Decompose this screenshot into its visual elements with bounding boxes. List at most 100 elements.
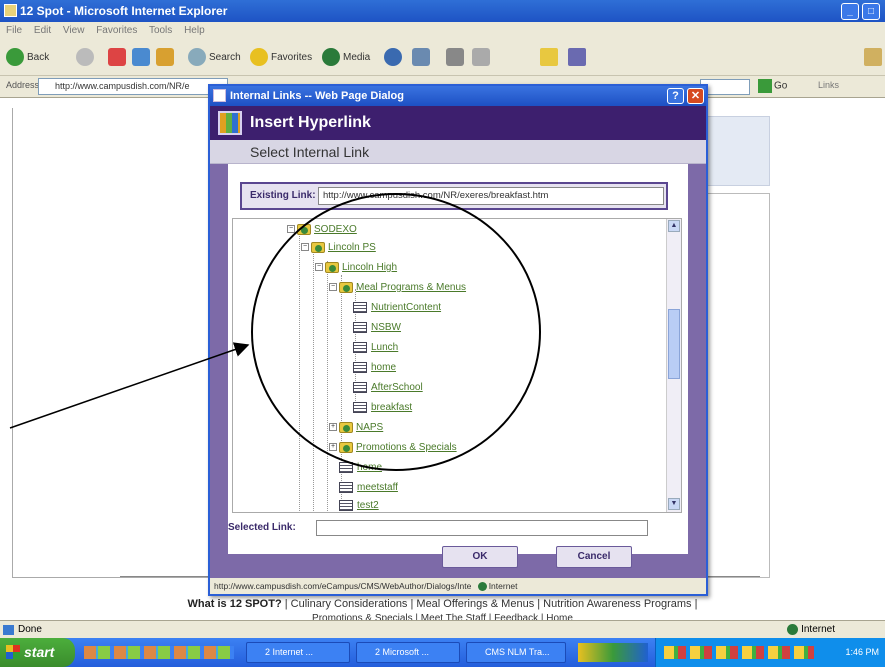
cancel-button[interactable]: Cancel	[556, 546, 632, 568]
existing-link-field[interactable]: http://www.campusdish.com/NR/exeres/brea…	[318, 187, 664, 205]
globe-icon	[477, 582, 487, 592]
go-button[interactable]: Go	[758, 79, 787, 93]
folder-icon	[339, 281, 353, 293]
tree-node-label: home	[357, 462, 383, 473]
scroll-thumb[interactable]	[668, 309, 680, 379]
stop-button[interactable]	[108, 48, 129, 68]
expand-icon[interactable]: +	[329, 443, 337, 452]
start-button[interactable]: start	[0, 638, 75, 667]
scroll-up-arrow-icon[interactable]: ▲	[668, 220, 680, 232]
tree-node-lincoln-ps[interactable]: − Lincoln PS	[301, 241, 376, 255]
maximize-button[interactable]: □	[862, 3, 880, 20]
tree-node-label: Lincoln PS	[328, 242, 376, 253]
tree-node-afterschool[interactable]: AfterSchool	[353, 381, 423, 395]
taskbar-task-microsoft[interactable]: 2 Microsoft ...	[356, 642, 460, 663]
tree-node-label: SODEXO	[314, 224, 357, 235]
footer-link-12spot[interactable]: What is 12 SPOT?	[188, 598, 282, 610]
taskbar-toolbar[interactable]	[578, 643, 648, 662]
menu-view[interactable]: View	[63, 25, 85, 36]
tree-node-nsbw[interactable]: NSBW	[353, 321, 401, 335]
collapse-icon[interactable]: −	[301, 243, 309, 252]
tree-node-meal-programs[interactable]: − Meal Programs & Menus	[329, 281, 466, 295]
dialog-title: Internal Links -- Web Page Dialog	[230, 90, 404, 102]
tree-node-naps[interactable]: + NAPS	[329, 421, 383, 435]
ok-button[interactable]: OK	[442, 546, 518, 568]
history-button[interactable]	[384, 48, 405, 68]
go-icon	[758, 79, 772, 93]
folder-icon	[325, 261, 339, 273]
page-icon	[353, 381, 367, 393]
print-button[interactable]	[446, 48, 467, 68]
tree-node-label: test2	[357, 500, 379, 511]
collapse-icon[interactable]: −	[287, 225, 295, 234]
back-button[interactable]: Back	[6, 48, 49, 68]
tree-line	[313, 247, 314, 512]
menu-edit[interactable]: Edit	[34, 25, 51, 36]
menu-favorites[interactable]: Favorites	[96, 25, 137, 36]
tree-node-label: breakfast	[371, 402, 413, 413]
tree-node-label: meetstaff	[357, 482, 398, 493]
links-button[interactable]: Links	[818, 80, 839, 90]
tree-node-breakfast[interactable]: breakfast	[353, 401, 412, 415]
footer-links[interactable]: | Culinary Considerations | Meal Offerin…	[282, 598, 698, 610]
insert-hyperlink-dialog: Internal Links -- Web Page Dialog ? ✕ In…	[208, 84, 708, 596]
tree-node-label: Lunch	[371, 342, 399, 353]
forward-icon	[76, 48, 94, 67]
page-icon	[353, 401, 367, 413]
scroll-down-arrow-icon[interactable]: ▼	[668, 498, 680, 510]
dialog-icon	[213, 89, 226, 102]
selected-link-field[interactable]	[316, 520, 648, 536]
tree-node-promotions[interactable]: + Promotions & Specials	[329, 441, 457, 455]
home-icon	[156, 48, 174, 67]
help-button[interactable]: ?	[667, 88, 684, 104]
tree-node-nutrientcontent[interactable]: NutrientContent	[353, 301, 441, 315]
page-icon	[339, 499, 353, 511]
page-icon	[353, 341, 367, 353]
selected-link-label: Selected Link:	[228, 522, 296, 533]
expand-icon[interactable]: +	[329, 423, 337, 432]
mail-button[interactable]	[412, 48, 433, 68]
tree-node-label: Lincoln High	[342, 262, 398, 273]
tree-node-test2[interactable]: test2	[339, 499, 379, 512]
edit-button[interactable]	[472, 48, 493, 68]
dialog-zone-label: Internet	[488, 581, 518, 591]
tools-button[interactable]	[568, 48, 589, 68]
folder-icon	[540, 48, 558, 67]
ie-status-bar: Done Internet	[0, 620, 885, 638]
media-label: Media	[343, 52, 371, 63]
taskbar-task-cms[interactable]: CMS NLM Tra...	[466, 642, 566, 663]
refresh-button[interactable]	[132, 48, 153, 68]
home-button[interactable]	[156, 48, 177, 68]
tray-icons[interactable]	[664, 646, 814, 659]
folder-icon	[339, 421, 353, 433]
tree-node-lincoln-high[interactable]: − Lincoln High	[315, 261, 397, 275]
stop-icon	[108, 48, 126, 67]
clock: 1:46 PM	[845, 647, 879, 657]
close-button[interactable]: ✕	[687, 88, 704, 104]
tree-node-home-2[interactable]: home	[339, 461, 382, 475]
tree-node-lunch[interactable]: Lunch	[353, 341, 398, 355]
quick-launch[interactable]	[84, 646, 234, 659]
ie-toolbar: Back Search Favorites Media	[0, 40, 885, 76]
forward-button[interactable]	[76, 48, 97, 68]
taskbar-task-internet[interactable]: 2 Internet ...	[246, 642, 350, 663]
media-button[interactable]: Media	[322, 48, 370, 68]
tree-node-sodexo[interactable]: − SODEXO	[287, 223, 357, 237]
menu-file[interactable]: File	[6, 25, 22, 36]
zone-label: Internet	[801, 624, 835, 635]
folder-button[interactable]	[540, 48, 561, 68]
tree-node-meetstaff[interactable]: meetstaff	[339, 481, 398, 495]
favorites-button[interactable]: Favorites	[250, 48, 312, 68]
menu-tools[interactable]: Tools	[149, 25, 172, 36]
dialog-heading: Insert Hyperlink	[250, 114, 371, 131]
print-icon	[446, 48, 464, 67]
address-input[interactable]: http://www.campusdish.com/NR/e	[38, 78, 228, 95]
minimize-button[interactable]: _	[841, 3, 859, 20]
tree-node-label: Meal Programs & Menus	[356, 282, 467, 293]
collapse-icon[interactable]: −	[315, 263, 323, 272]
menu-help[interactable]: Help	[184, 25, 205, 36]
tree-scrollbar[interactable]: ▲ ▼	[666, 219, 681, 512]
tree-node-home[interactable]: home	[353, 361, 396, 375]
search-button[interactable]: Search	[188, 48, 241, 68]
collapse-icon[interactable]: −	[329, 283, 337, 292]
